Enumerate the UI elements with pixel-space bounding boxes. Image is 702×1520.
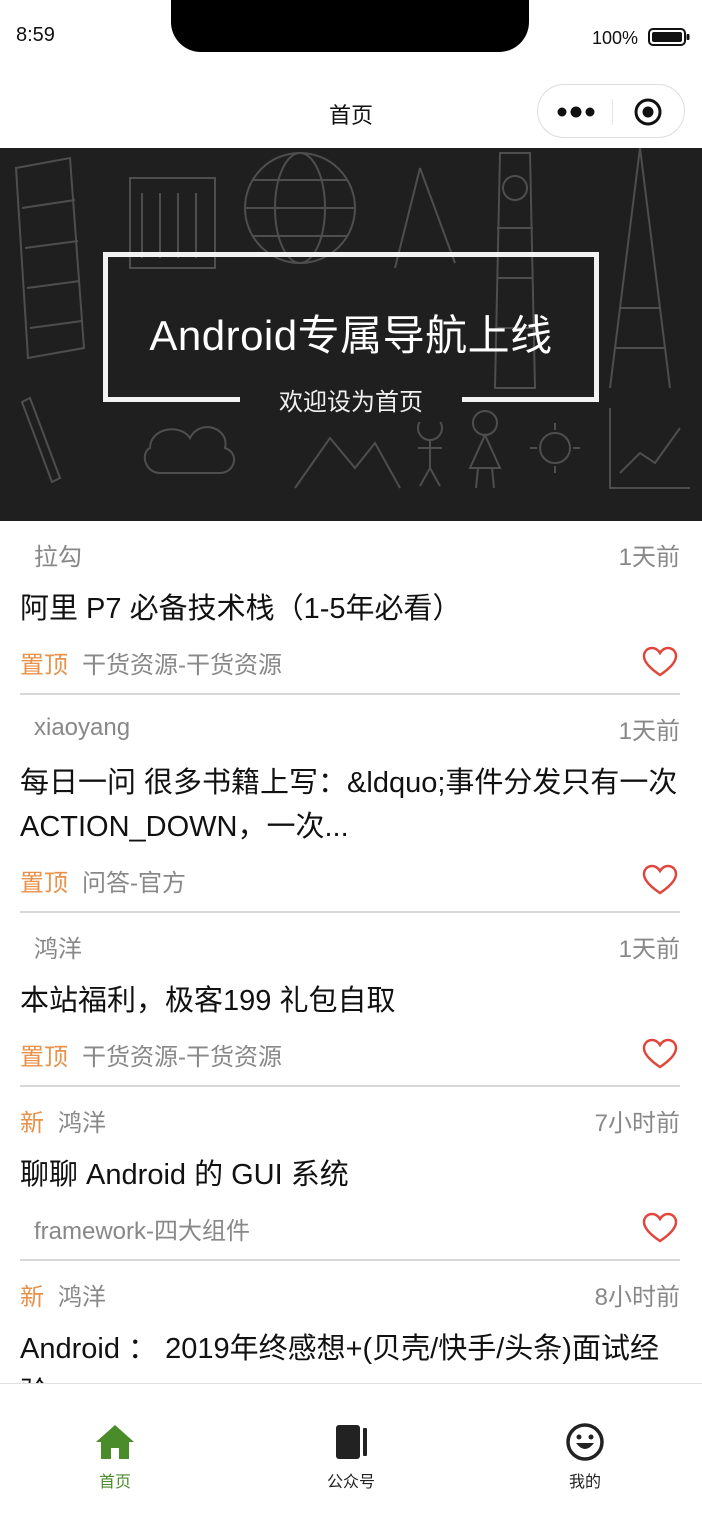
banner-subtitle-box: 欢迎设为首页	[240, 384, 462, 422]
article-category: framework-四大组件	[34, 1217, 251, 1245]
more-icon[interactable]	[556, 102, 596, 122]
smiley-icon	[566, 1423, 604, 1461]
navigation-bar: 首页	[0, 76, 702, 148]
article-card[interactable]: 新 鸿洋 7小时前 聊聊 Android 的 GUI 系统 framework-…	[0, 1087, 702, 1261]
home-icon	[96, 1425, 134, 1459]
pinned-tag: 置顶	[20, 1043, 68, 1071]
heart-icon[interactable]	[642, 864, 678, 896]
article-card[interactable]: 新 鸿洋 8小时前 Android ： 2019年终感想+(贝壳/快手/头条)面…	[0, 1261, 702, 1384]
tab-label: 首页	[98, 1474, 131, 1491]
close-target-icon[interactable]	[633, 97, 663, 127]
tab-home[interactable]: 首页	[55, 1422, 175, 1492]
article-time: 1天前	[618, 717, 680, 745]
banner-subtitle: 欢迎设为首页	[279, 389, 423, 416]
banner[interactable]: Android专属导航上线 欢迎设为首页	[0, 148, 702, 521]
article-author: xiaoyang	[34, 714, 131, 741]
tab-label: 公众号	[326, 1474, 375, 1491]
notch	[171, 0, 529, 52]
article-time: 7小时前	[594, 1109, 680, 1137]
article-title[interactable]: Android ： 2019年终感想+(贝壳/快手/头条)面试经验	[20, 1323, 680, 1383]
article-author: 鸿洋	[34, 935, 82, 963]
article-category: 干货资源-干货资源	[82, 651, 282, 679]
article-list[interactable]: 拉勾 1天前 阿里 P7 必备技术栈（1-5年必看） 置顶 干货资源-干货资源	[0, 521, 702, 1383]
heart-icon[interactable]	[642, 1038, 678, 1070]
tab-label: 我的	[568, 1474, 601, 1491]
article-card[interactable]: 鸿洋 1天前 本站福利，极客199 礼包自取 置顶 干货资源-干货资源	[0, 913, 702, 1087]
article-card[interactable]: xiaoyang 1天前 每日一问 很多书籍上写：&ldquo;事件分发只有一次…	[0, 695, 702, 913]
article-time: 1天前	[618, 935, 680, 963]
tab-mine[interactable]: 我的	[525, 1422, 645, 1492]
new-tag: 新	[20, 1283, 44, 1311]
article-title[interactable]: 每日一问 很多书籍上写：&ldquo;事件分发只有一次 ACTION_DOWN，…	[20, 757, 680, 855]
status-bar: 8:59 100%	[0, 0, 702, 76]
capsule-divider	[612, 99, 613, 125]
article-card[interactable]: 拉勾 1天前 阿里 P7 必备技术栈（1-5年必看） 置顶 干货资源-干货资源	[0, 521, 702, 695]
heart-icon[interactable]	[642, 1212, 678, 1244]
article-author: 鸿洋	[58, 1283, 106, 1311]
article-title[interactable]: 阿里 P7 必备技术栈（1-5年必看）	[20, 583, 680, 637]
battery-percent: 100%	[591, 28, 638, 48]
status-time: 8:59	[16, 24, 55, 46]
heart-icon[interactable]	[642, 646, 678, 678]
battery-icon	[648, 28, 690, 46]
book-icon	[336, 1425, 367, 1459]
article-category: 干货资源-干货资源	[82, 1043, 282, 1071]
article-author: 鸿洋	[58, 1109, 106, 1137]
article-category: 问答-官方	[82, 869, 186, 897]
mini-program-capsule	[537, 84, 685, 138]
banner-title: Android专属导航上线	[149, 312, 553, 359]
article-time: 1天前	[618, 543, 680, 571]
pinned-tag: 置顶	[20, 651, 68, 679]
article-time: 8小时前	[594, 1283, 680, 1311]
article-title[interactable]: 本站福利，极客199 礼包自取	[20, 975, 680, 1029]
article-author: 拉勾	[34, 543, 82, 571]
article-title[interactable]: 聊聊 Android 的 GUI 系统	[20, 1149, 680, 1203]
new-tag: 新	[20, 1109, 44, 1137]
tab-bar: 首页 公众号 我的	[0, 1383, 702, 1520]
pinned-tag: 置顶	[20, 869, 68, 897]
tab-official-accounts[interactable]: 公众号	[291, 1422, 411, 1492]
